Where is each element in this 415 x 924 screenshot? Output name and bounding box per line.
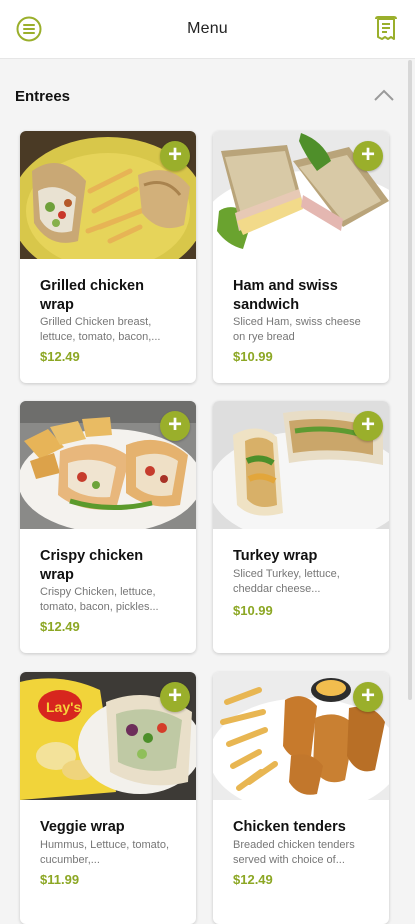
order-button[interactable] <box>373 15 399 43</box>
item-name: Chicken tenders <box>233 819 346 835</box>
add-to-order-button[interactable]: + <box>353 411 383 441</box>
item-price: $12.49 <box>233 872 273 887</box>
veggie-wrap-photo: Lay's + <box>20 672 196 800</box>
turkey-wrap-photo: + <box>213 401 389 529</box>
app-header: Menu <box>0 0 415 59</box>
item-name: Turkey wrap <box>233 548 318 564</box>
chicken-tenders-photo: + <box>213 672 389 800</box>
menu-item-card[interactable]: + Ham and swiss sandwich Sliced Ham, swi… <box>213 131 389 383</box>
ham-swiss-sandwich-photo: + <box>213 131 389 259</box>
item-description: Sliced Turkey, lettuce, cheddar cheese..… <box>233 568 340 595</box>
item-price: $12.49 <box>40 349 80 364</box>
item-price: $10.99 <box>233 349 273 364</box>
page-title: Menu <box>187 20 228 37</box>
add-to-order-button[interactable]: + <box>160 682 190 712</box>
crispy-chicken-wrap-photo: + <box>20 401 196 529</box>
menu-item-card[interactable]: + Turkey wrap Sliced Turkey, lettuce, ch… <box>213 401 389 653</box>
plus-icon: + <box>167 411 182 438</box>
scrollbar[interactable] <box>408 60 412 700</box>
item-name: Grilled chicken wrap <box>40 278 144 313</box>
plus-icon: + <box>167 141 182 168</box>
section-title: Entrees <box>15 88 71 105</box>
item-price: $12.49 <box>40 619 80 634</box>
menu-item-card[interactable]: Lay's + Veggie wrap Hummus, Lettuce, tom… <box>20 672 196 924</box>
item-price: $11.99 <box>40 872 80 887</box>
add-to-order-button[interactable]: + <box>353 682 383 712</box>
receipt-icon <box>375 16 397 40</box>
svg-text:Lay's: Lay's <box>46 699 81 715</box>
item-description: Hummus, Lettuce, tomato, cucumber,... <box>40 839 169 866</box>
item-description: Grilled Chicken breast, lettuce, tomato,… <box>40 316 161 343</box>
menu-item-card[interactable]: + Crispy chicken wrap Crispy Chicken, le… <box>20 401 196 653</box>
section-header[interactable]: Entrees <box>0 58 415 132</box>
add-to-order-button[interactable]: + <box>160 141 190 171</box>
plus-icon: + <box>360 411 375 438</box>
item-description: Sliced Ham, swiss cheese on rye bread <box>233 316 361 343</box>
plus-icon: + <box>167 682 182 709</box>
item-name: Ham and swiss sandwich <box>233 278 338 313</box>
chevron-up-icon <box>374 89 394 101</box>
plus-icon: + <box>360 682 375 709</box>
grilled-chicken-wrap-photo: + <box>20 131 196 259</box>
item-name: Crispy chicken wrap <box>40 548 144 583</box>
item-description: Breaded chicken tenders served with choi… <box>233 839 355 866</box>
add-to-order-button[interactable]: + <box>353 141 383 171</box>
menu-item-card[interactable]: + Grilled chicken wrap Grilled Chicken b… <box>20 131 196 383</box>
plus-icon: + <box>360 141 375 168</box>
item-description: Crispy Chicken, lettuce, tomato, bacon, … <box>40 586 159 613</box>
collapse-button[interactable] <box>373 88 395 102</box>
menu-item-card[interactable]: + Chicken tenders Breaded chicken tender… <box>213 672 389 924</box>
item-name: Veggie wrap <box>40 819 125 835</box>
add-to-order-button[interactable]: + <box>160 411 190 441</box>
item-price: $10.99 <box>233 603 273 618</box>
